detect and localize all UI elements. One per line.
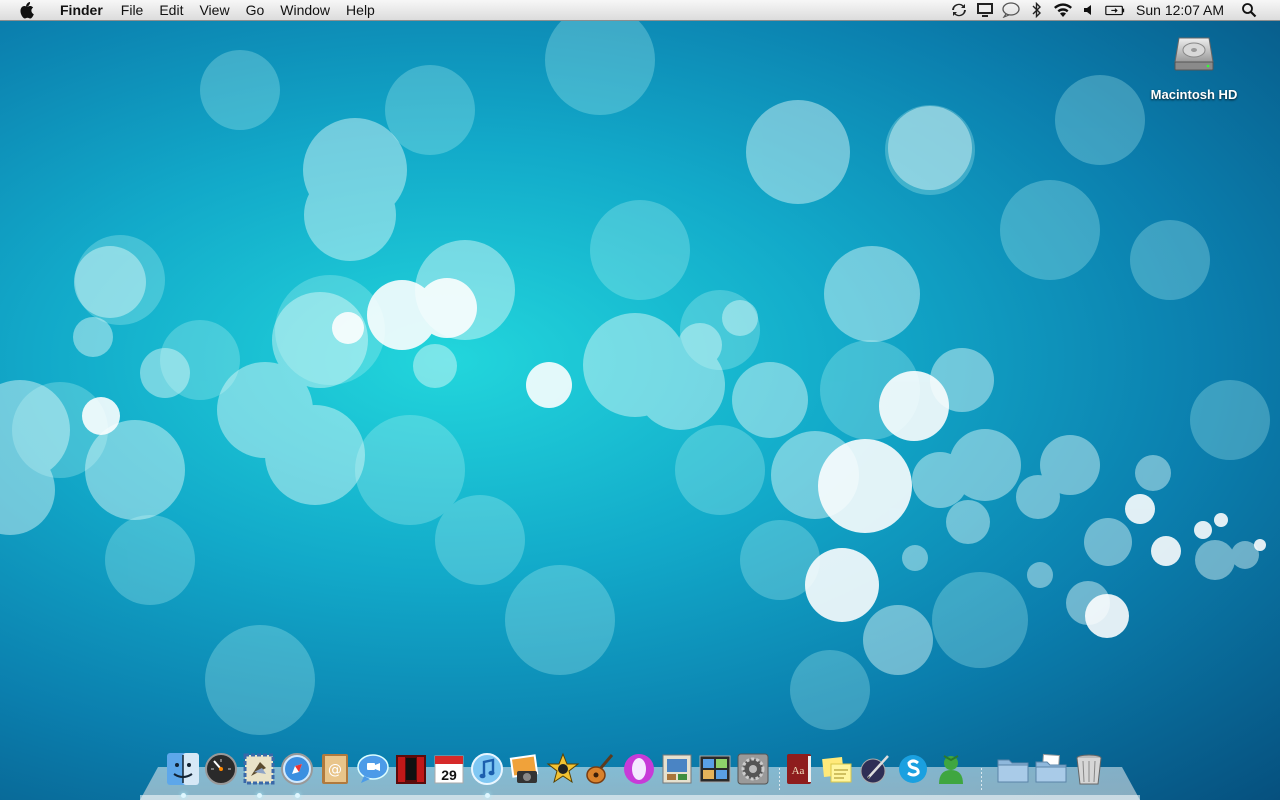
- hard-drive-icon: [1174, 37, 1214, 71]
- menu-view[interactable]: View: [191, 0, 237, 21]
- dock-imovie[interactable]: [546, 752, 580, 790]
- skype-icon: [899, 755, 927, 783]
- apple-menu-icon[interactable]: [18, 1, 40, 19]
- drive-label: Macintosh HD: [1150, 87, 1238, 102]
- volume-icon[interactable]: [1078, 0, 1100, 21]
- itunes-icon: [471, 753, 503, 785]
- dock-user-app[interactable]: [934, 752, 968, 790]
- bluetooth-icon[interactable]: [1026, 0, 1048, 21]
- battery-icon[interactable]: [1104, 0, 1126, 21]
- system-preferences-icon: [737, 753, 769, 785]
- safari-icon: [281, 753, 313, 785]
- iphoto-icon: [509, 754, 539, 783]
- menu-clock[interactable]: Sun 12:07 AM: [1128, 0, 1236, 21]
- dock-finder[interactable]: [166, 752, 200, 798]
- finder-icon: [167, 753, 199, 785]
- stickies-icon: [822, 757, 852, 783]
- documents-stack-icon: [1035, 753, 1067, 783]
- dock-itunes[interactable]: [470, 752, 504, 798]
- desktop-wallpaper: [0, 5, 1270, 735]
- menu-edit[interactable]: Edit: [151, 0, 191, 21]
- dock-script-editor[interactable]: [858, 752, 892, 790]
- dock-shelf-edge: [140, 795, 1140, 800]
- imovie-icon: [546, 752, 580, 784]
- running-indicator: [257, 793, 262, 798]
- spaces-icon: [699, 755, 731, 783]
- status-area: Sun 12:07 AM: [946, 0, 1280, 21]
- ical-icon: 29: [434, 755, 464, 784]
- display-icon[interactable]: [974, 0, 996, 21]
- dock-separator-small: [774, 750, 780, 792]
- mail-icon: [243, 753, 275, 785]
- running-indicator: [181, 793, 186, 798]
- svg-text:@: @: [328, 762, 342, 778]
- spotlight-icon[interactable]: [1238, 0, 1260, 21]
- wifi-icon[interactable]: [1052, 0, 1074, 21]
- dock-garageband[interactable]: [584, 752, 618, 790]
- user-icon: [939, 755, 963, 784]
- menu-help[interactable]: Help: [338, 0, 383, 21]
- garageband-icon: [586, 754, 614, 784]
- dock-separator: [976, 750, 988, 792]
- dock-mail[interactable]: [242, 752, 276, 798]
- dock-ichat[interactable]: [356, 752, 390, 790]
- ichat-icon[interactable]: [1000, 0, 1022, 21]
- dock-applications-folder[interactable]: [996, 752, 1030, 790]
- dock: @ 29 Aa: [164, 746, 1108, 798]
- preview-icon: [662, 754, 692, 784]
- running-indicator: [295, 793, 300, 798]
- dock-trash[interactable]: [1072, 752, 1106, 790]
- dock-safari[interactable]: [280, 752, 314, 798]
- opera-icon: [624, 754, 654, 784]
- script-editor-icon: [860, 755, 889, 784]
- dock-dashboard[interactable]: [204, 752, 238, 790]
- sync-icon[interactable]: [948, 0, 970, 21]
- trash-icon: [1076, 754, 1102, 785]
- dictionary-icon: Aa: [787, 754, 811, 784]
- ichat-icon: [357, 754, 389, 783]
- applications-folder-icon: [997, 759, 1029, 783]
- dock-front-row[interactable]: [394, 752, 428, 790]
- dictionary-glyph: Aa: [792, 765, 805, 777]
- dock-address-book[interactable]: @: [318, 752, 352, 790]
- running-indicator: [485, 793, 490, 798]
- dock-dictionary[interactable]: Aa: [782, 752, 816, 790]
- dock-documents-stack[interactable]: [1034, 752, 1068, 790]
- ical-date: 29: [441, 767, 457, 783]
- front-row-icon: [396, 755, 426, 784]
- dock-stickies[interactable]: [820, 752, 854, 790]
- dock-preview[interactable]: [660, 752, 694, 790]
- dock-opera[interactable]: [622, 752, 656, 790]
- dock-skype[interactable]: [896, 752, 930, 790]
- dashboard-icon: [205, 753, 237, 785]
- dock-system-preferences[interactable]: [736, 752, 770, 790]
- desktop-drive[interactable]: Macintosh HD: [1143, 30, 1245, 102]
- menu-file[interactable]: File: [113, 0, 152, 21]
- dock-iphoto[interactable]: [508, 752, 542, 790]
- menu-window[interactable]: Window: [272, 0, 338, 21]
- dock-ical[interactable]: 29: [432, 752, 466, 790]
- menu-go[interactable]: Go: [238, 0, 273, 21]
- menu-bar: Finder File Edit View Go Window Help Sun…: [0, 0, 1280, 21]
- address-book-icon: @: [322, 754, 348, 784]
- menu-app-name[interactable]: Finder: [52, 0, 111, 21]
- dock-spaces[interactable]: [698, 752, 732, 790]
